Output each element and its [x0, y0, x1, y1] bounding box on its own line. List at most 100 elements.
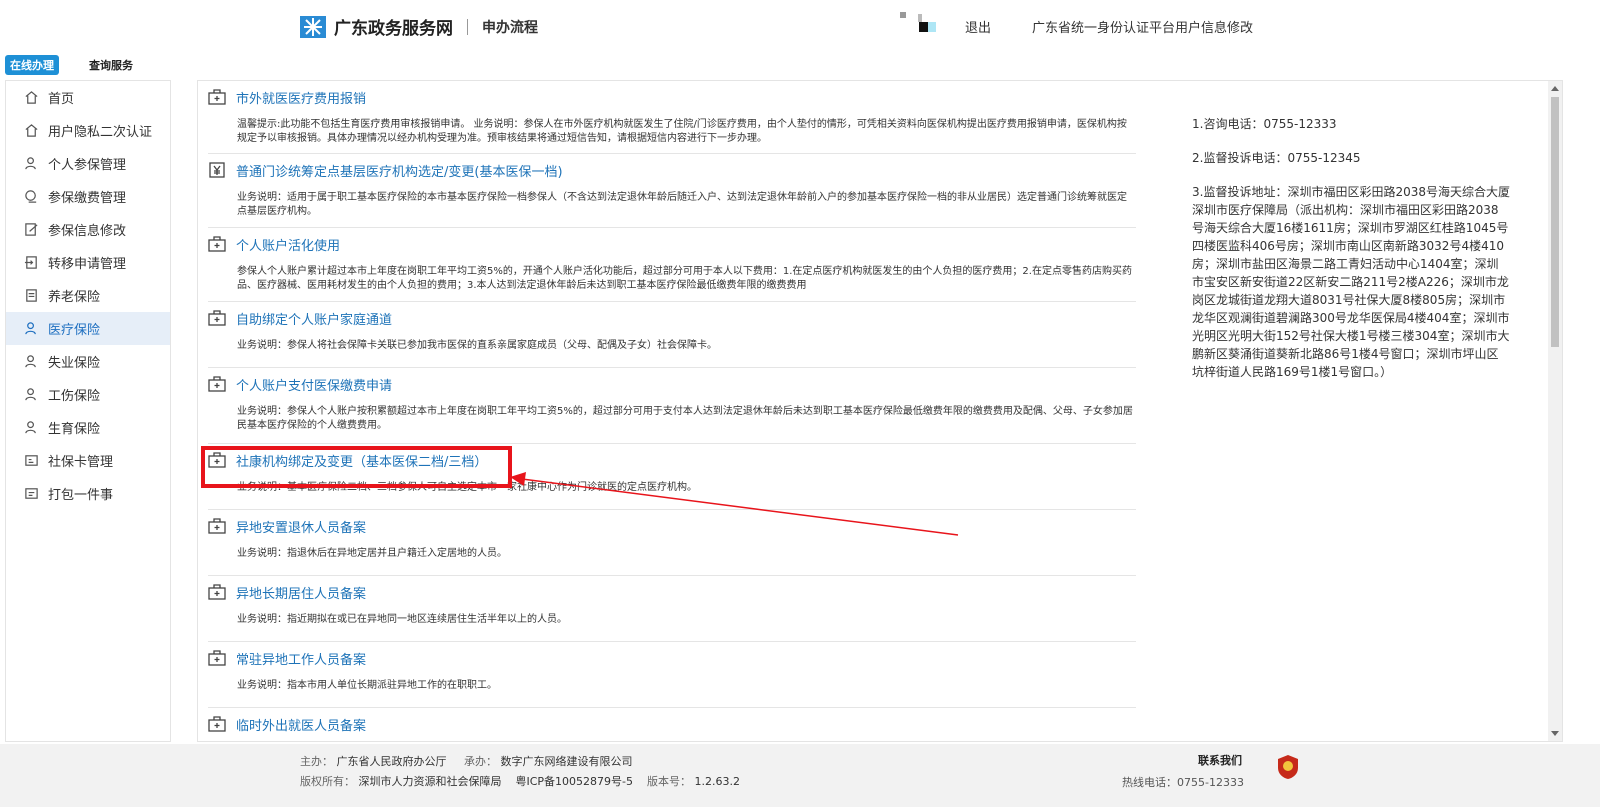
card-icon: [25, 455, 38, 466]
medical-kit-icon: [208, 310, 226, 326]
home-icon: [25, 91, 38, 104]
scroll-up-icon[interactable]: [1551, 86, 1559, 91]
sidebar-item-privacy-auth[interactable]: 用户隐私二次认证: [6, 114, 170, 147]
complaint-address: 3.监督投诉地址：深圳市福田区彩田路2038号海天综合大厦深圳市医疗保障局（派出…: [1192, 185, 1510, 379]
service-title: 临时外出就医人员备案: [236, 718, 367, 734]
sidebar-item-label: 用户隐私二次认证: [48, 125, 153, 140]
medical-kit-icon: [208, 650, 226, 666]
footer-undertake: 数字广东网络建设有限公司: [500, 755, 633, 768]
sidebar-item-transfer[interactable]: 转移申请管理: [6, 246, 170, 279]
payment-icon: [25, 190, 37, 203]
sidebar-item-maternity[interactable]: 生育保险: [6, 411, 170, 444]
sidebar-item-personal-insurance[interactable]: 个人参保管理: [6, 147, 170, 180]
logout-link[interactable]: 退出: [965, 17, 991, 36]
sidebar-item-home[interactable]: 首页: [6, 81, 170, 114]
service-desc: 温馨提示:此功能不包括生育医疗费用审核报销申请。 业务说明：参保人在市外医疗机构…: [237, 119, 1127, 144]
service-link[interactable]: 异地长期居住人员备案: [208, 576, 1136, 608]
service-link[interactable]: 异地安置退休人员备案: [208, 510, 1136, 542]
home-icon: [25, 124, 38, 137]
service-title: 异地长期居住人员备案: [236, 586, 367, 602]
sidebar-item-injury[interactable]: 工伤保险: [6, 378, 170, 411]
user-avatar-icon[interactable]: [900, 12, 944, 32]
package-icon: [25, 488, 38, 499]
service-desc: 业务说明：参保人个人账户按积累额超过本市上年度在岗职工年平均工资5%的，超过部分…: [237, 406, 1133, 431]
service-link[interactable]: 个人账户支付医保缴费申请: [208, 368, 1136, 400]
tab-online-service[interactable]: 在线办理: [5, 55, 59, 75]
medical-kit-icon: [208, 584, 226, 600]
contact-us-link[interactable]: 联系我们: [1198, 752, 1242, 768]
scroll-down-icon[interactable]: [1551, 731, 1559, 736]
sidebar-item-label: 参保缴费管理: [48, 191, 127, 206]
sidebar-item-info-edit[interactable]: 参保信息修改: [6, 213, 170, 246]
tab-query-service[interactable]: 查询服务: [89, 57, 133, 73]
footer-hotline: 热线电话：0755-12333: [1122, 776, 1244, 789]
document-icon: [26, 289, 37, 302]
service-link[interactable]: 临时外出就医人员备案: [208, 708, 1136, 740]
sidebar-item-payment[interactable]: 参保缴费管理: [6, 180, 170, 213]
person-icon: [25, 157, 36, 170]
site-name: 广东政务服务网: [334, 19, 453, 39]
footer-copyright: 深圳市人力资源和社会保障局: [358, 775, 502, 788]
service-link[interactable]: 自助绑定个人账户家庭通道: [208, 302, 1136, 334]
sidebar-item-unemployment[interactable]: 失业保险: [6, 345, 170, 378]
footer: 主办： 广东省人民政府办公厅 承办： 数字广东网络建设有限公司 版权所有： 深圳…: [0, 744, 1600, 807]
top-header: 广东政务服务网 申办流程 退出 广东省统一身份认证平台用户信息修改: [0, 0, 1600, 50]
service-item: 个人账户活化使用 参保人个人账户累计超过本市上年度在岗职工年平均工资5%的，开通…: [208, 228, 1136, 302]
person-icon: [25, 322, 36, 335]
service-link[interactable]: 个人账户活化使用: [208, 228, 1136, 260]
medical-kit-icon: [208, 716, 226, 732]
sidebar-item-label: 养老保险: [48, 290, 101, 305]
police-badge-icon[interactable]: [1276, 754, 1300, 780]
sidebar-item-label: 工伤保险: [48, 389, 101, 404]
service-item: 临时外出就医人员备案: [208, 708, 1136, 741]
gd-logo-icon: [300, 15, 326, 38]
scrollbar[interactable]: [1548, 81, 1562, 741]
footer-version: 1.2.63.2: [694, 775, 740, 788]
sidebar-item-label: 参保信息修改: [48, 224, 127, 239]
service-title: 个人账户活化使用: [236, 238, 341, 254]
sidebar-item-card[interactable]: 社保卡管理: [6, 444, 170, 477]
service-item: 自助绑定个人账户家庭通道 业务说明：参保人将社会保障卡关联已参加我市医保的直系亲…: [208, 302, 1136, 368]
person-icon: [25, 388, 36, 401]
service-desc: 业务说明：指近期拟在或已在异地同一地区连续居住生活半年以上的人员。: [237, 614, 567, 625]
service-item: 个人账户支付医保缴费申请 业务说明：参保人个人账户按积累额超过本市上年度在岗职工…: [208, 368, 1136, 444]
top-tabs: 在线办理 查询服务: [5, 55, 133, 75]
sidebar-item-package[interactable]: 打包一件事: [6, 477, 170, 510]
footer-icp[interactable]: 粤ICP备10052879号-5: [516, 775, 634, 788]
person-icon: [25, 421, 36, 434]
consult-phone: 1.咨询电话：0755-12333: [1192, 117, 1337, 131]
service-item: 市外就医医疗费用报销 温馨提示:此功能不包括生育医疗费用审核报销申请。 业务说明…: [208, 81, 1136, 154]
sidebar-item-medical[interactable]: 医疗保险: [6, 312, 170, 345]
info-panel: 1.咨询电话：0755-12333 2.监督投诉电话：0755-12345 3.…: [1192, 115, 1510, 397]
main-panel: 市外就医医疗费用报销 温馨提示:此功能不包括生育医疗费用审核报销申请。 业务说明…: [197, 80, 1563, 742]
service-title: 异地安置退休人员备案: [236, 520, 367, 536]
sidebar-item-label: 医疗保险: [48, 323, 101, 338]
service-item: 普通门诊统筹定点基层医疗机构选定/变更(基本医保一档) 业务说明：适用于属于职工…: [208, 154, 1136, 228]
service-item: 常驻异地工作人员备案 业务说明：指本市用人单位长期派驻异地工作的在职职工。: [208, 642, 1136, 708]
profile-edit-link[interactable]: 广东省统一身份认证平台用户信息修改: [1032, 17, 1253, 36]
service-link[interactable]: 市外就医医疗费用报销: [208, 81, 1136, 113]
service-desc: 业务说明：指退休后在异地定居并且户籍迁入定居地的人员。: [237, 548, 507, 559]
person-icon: [25, 355, 36, 368]
sidebar-item-label: 打包一件事: [48, 488, 114, 503]
service-desc: 业务说明：适用于属于职工基本医疗保险的本市基本医疗保险一档参保人（不含达到法定退…: [237, 192, 1127, 217]
scroll-thumb[interactable]: [1551, 97, 1559, 347]
sidebar-item-label: 个人参保管理: [48, 158, 127, 173]
yuan-icon: [209, 162, 225, 178]
service-desc: 业务说明：指本市用人单位长期派驻异地工作的在职职工。: [237, 680, 497, 691]
medical-kit-icon: [208, 236, 226, 252]
medical-kit-icon: [208, 89, 226, 105]
service-title: 普通门诊统筹定点基层医疗机构选定/变更(基本医保一档): [236, 164, 563, 180]
sidebar-item-label: 生育保险: [48, 422, 101, 437]
service-link[interactable]: 普通门诊统筹定点基层医疗机构选定/变更(基本医保一档): [208, 154, 1136, 186]
sidebar-item-pension[interactable]: 养老保险: [6, 279, 170, 312]
service-link[interactable]: 常驻异地工作人员备案: [208, 642, 1136, 674]
highlight-box: [201, 446, 512, 488]
site-logo[interactable]: 广东政务服务网 申办流程: [300, 14, 538, 39]
edit-icon: [25, 223, 38, 236]
service-list: 市外就医医疗费用报销 温馨提示:此功能不包括生育医疗费用审核报销申请。 业务说明…: [208, 81, 1136, 741]
service-title: 市外就医医疗费用报销: [236, 91, 367, 107]
complaint-phone: 2.监督投诉电话：0755-12345: [1192, 151, 1361, 165]
service-item: 异地安置退休人员备案 业务说明：指退休后在异地定居并且户籍迁入定居地的人员。: [208, 510, 1136, 576]
sidebar-item-label: 首页: [48, 92, 75, 107]
